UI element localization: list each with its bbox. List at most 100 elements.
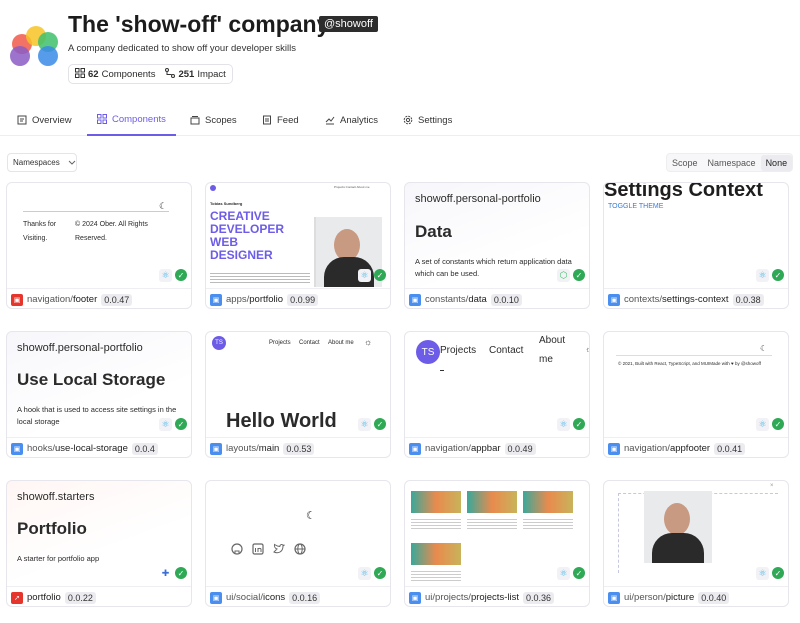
- tab-components[interactable]: Components: [87, 104, 176, 136]
- card-badges: ⚛ ✓: [358, 418, 386, 431]
- components-stat[interactable]: 62 Components: [75, 67, 156, 81]
- globe-icon[interactable]: [294, 543, 306, 555]
- namespaces-dropdown[interactable]: Namespaces: [7, 153, 77, 172]
- moon-icon: ☾: [760, 344, 768, 353]
- org-description: A company dedicated to show off your dev…: [68, 43, 296, 54]
- check-icon: ✓: [374, 567, 386, 579]
- card-badges: ⚛ ✓: [557, 418, 585, 431]
- component-card[interactable]: showoff.starters Portfolio A starter for…: [6, 480, 192, 607]
- component-card[interactable]: ☾ © 2021, Built with React, TypeScript, …: [603, 331, 789, 458]
- react-icon: ⚛: [358, 567, 371, 580]
- component-name: constants/data: [425, 294, 487, 305]
- component-name: contexts/settings-context: [624, 294, 729, 305]
- card-footer: ▣ hooks/use-local-storage 0.0.4: [7, 437, 191, 457]
- check-icon: ✓: [175, 418, 187, 430]
- card-footer: ▣ constants/data 0.0.10: [405, 288, 589, 308]
- tab-label: Settings: [418, 114, 453, 126]
- tab-analytics[interactable]: Analytics: [325, 104, 378, 136]
- check-icon: ✓: [374, 418, 386, 430]
- component-name: layouts/main: [226, 443, 280, 454]
- card-badges: ⚛ ✓: [159, 269, 187, 282]
- grouping-namespace[interactable]: Namespace: [703, 155, 761, 171]
- version-badge: 0.0.36: [522, 591, 555, 604]
- react-icon: ⚛: [358, 269, 371, 282]
- close-icon[interactable]: ×: [770, 483, 774, 489]
- env-icon: ▣: [210, 442, 222, 455]
- component-name: ui/person/picture: [624, 592, 695, 603]
- component-card[interactable]: ☾ ⚛ ✓ ▣ ui/social/icons 0.0.16: [205, 480, 391, 607]
- check-icon: ✓: [772, 567, 784, 579]
- tab-bar: Overview Components Scopes Feed Analytic…: [0, 104, 800, 136]
- impact-count: 251: [178, 68, 195, 80]
- card-badges: ⚛ ✓: [756, 418, 784, 431]
- component-name: navigation/appfooter: [624, 443, 711, 454]
- react-icon: ⚛: [756, 269, 769, 282]
- preview-heading: Use Local Storage: [17, 370, 166, 389]
- version-badge: 0.0.49: [504, 442, 536, 455]
- preview-text: A set of constants which return applicat…: [415, 257, 572, 278]
- check-icon: ✓: [573, 269, 585, 281]
- card-footer: ▣ navigation/appfooter 0.0.41: [604, 437, 788, 457]
- preview-nav-item: Projects: [269, 340, 291, 346]
- component-card[interactable]: TS Projects Contact About me ☼ Hello Wor…: [205, 331, 391, 458]
- card-footer: ▣ ui/projects/projects-list 0.0.36: [405, 586, 589, 606]
- version-badge: 0.0.41: [714, 442, 746, 455]
- preview-nav-item: About: [539, 335, 566, 346]
- component-name: navigation/footer: [27, 294, 98, 305]
- card-footer: ▣ navigation/appbar 0.0.49: [405, 437, 589, 457]
- version-badge: 0.0.4: [131, 442, 158, 455]
- component-card[interactable]: showoff.personal-portfolio Data A set of…: [404, 182, 590, 309]
- check-icon: ✓: [772, 418, 784, 430]
- card-footer: ▣ ui/person/picture 0.0.40: [604, 586, 788, 606]
- component-name: navigation/appbar: [425, 443, 501, 454]
- component-card[interactable]: showoff.personal-portfolio Use Local Sto…: [6, 331, 192, 458]
- twitter-icon[interactable]: [273, 543, 285, 555]
- react-icon: ⚛: [557, 567, 570, 580]
- org-handle: @showoff: [319, 16, 378, 32]
- grouping-none[interactable]: None: [760, 154, 793, 171]
- project-thumbnail: [411, 543, 461, 565]
- preview-heading: Data: [415, 222, 452, 241]
- version-badge: 0.0.47: [101, 293, 133, 306]
- preview-nav-item: Contact: [299, 340, 320, 346]
- preview-text: Visiting.: [23, 235, 48, 242]
- check-icon: ✓: [374, 269, 386, 281]
- component-card[interactable]: ⚛ ✓ ▣ ui/projects/projects-list 0.0.36: [404, 480, 590, 607]
- card-footer: ▣ navigation/footer 0.0.47: [7, 288, 191, 308]
- tab-feed[interactable]: Feed: [262, 104, 299, 136]
- preview-text: Reserved.: [75, 235, 107, 242]
- project-thumbnail: [523, 491, 573, 513]
- tab-overview[interactable]: Overview: [17, 104, 72, 136]
- preview-nav-item: About me: [328, 340, 354, 346]
- component-name: ui/projects/projects-list: [425, 592, 519, 603]
- env-icon: ▣: [11, 293, 23, 306]
- components-label: Components: [101, 68, 156, 80]
- avatar: TS: [416, 340, 440, 364]
- version-badge: 0.0.99: [287, 293, 319, 306]
- component-card[interactable]: Projects Contact About me Tobias Sundber…: [205, 182, 391, 309]
- overview-icon: [17, 115, 27, 125]
- grouping-scope[interactable]: Scope: [667, 155, 703, 171]
- component-card[interactable]: TS Projects Contact About me ☼ ⚛✓ ▣ navi…: [404, 331, 590, 458]
- check-icon: ✓: [573, 567, 585, 579]
- divider: [616, 355, 772, 356]
- project-text: [467, 517, 517, 531]
- avatar: [210, 185, 216, 191]
- component-name: apps/portfolio: [226, 294, 284, 305]
- components-count: 62: [88, 68, 99, 80]
- component-card[interactable]: × ⚛ ✓ ▣ ui/person/picture 0.0.40: [603, 480, 789, 607]
- linkedin-icon[interactable]: [252, 543, 264, 555]
- project-thumbnail: [411, 491, 461, 513]
- preview-nav: Projects Contact About me: [334, 185, 370, 189]
- card-badges: ⬡ ✓: [557, 269, 585, 282]
- tab-scopes[interactable]: Scopes: [190, 104, 237, 136]
- component-card[interactable]: Settings Context TOGGLE THEME ⚛ ✓ ▣ conte…: [603, 182, 789, 309]
- env-icon: ▣: [11, 442, 23, 455]
- preview-text: Thanks for: [23, 221, 57, 228]
- chevron-down-icon: [68, 160, 76, 165]
- card-footer: ▣ ui/social/icons 0.0.16: [206, 586, 390, 606]
- tab-settings[interactable]: Settings: [403, 104, 452, 136]
- impact-stat[interactable]: 251 Impact: [165, 67, 226, 81]
- component-card[interactable]: ☾ Thanks for Visiting. © 2024 Ober. All …: [6, 182, 192, 309]
- github-icon[interactable]: [231, 543, 243, 555]
